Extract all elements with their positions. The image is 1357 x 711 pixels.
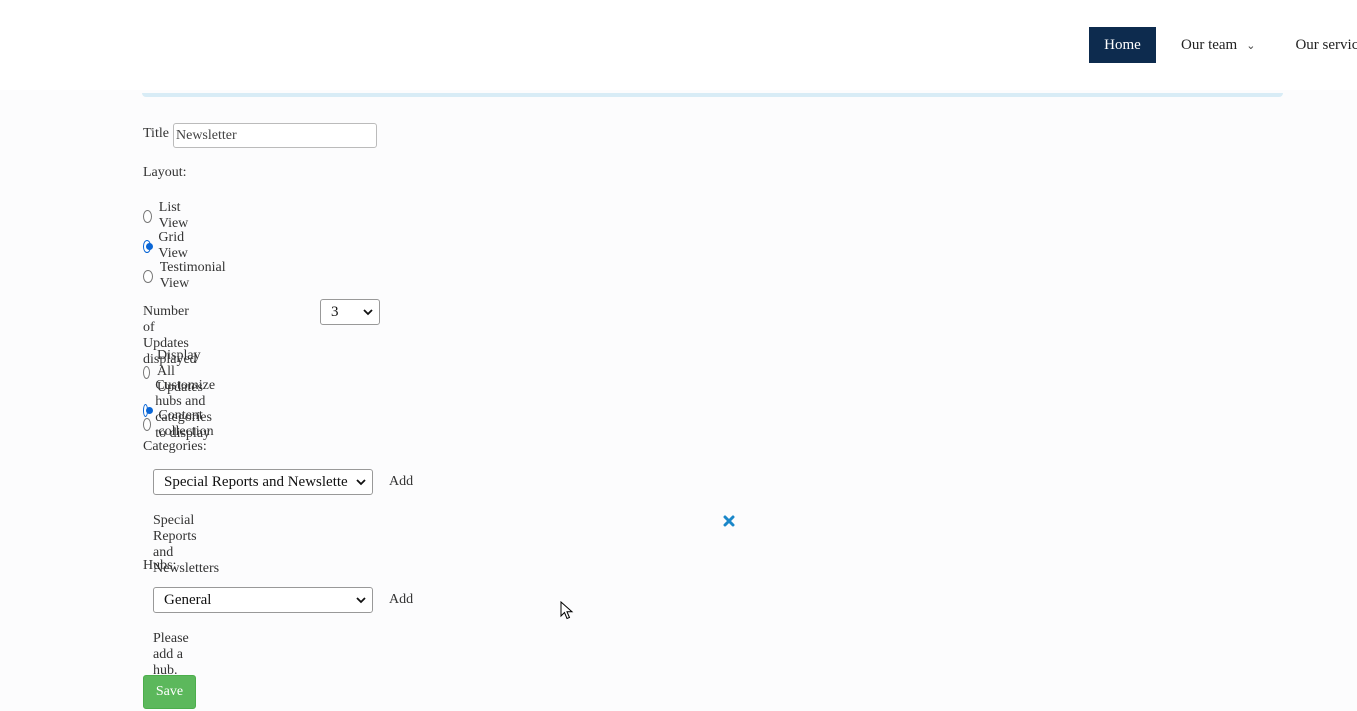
content-divider [142, 93, 1283, 97]
main-nav: Home Our team ⌄ Our servic [1089, 27, 1357, 63]
layout-option-list[interactable]: List View [143, 200, 192, 232]
categories-label: Categories: [143, 439, 207, 454]
category-select[interactable]: Special Reports and Newsletters [153, 469, 373, 495]
nav-our-team-label: Our team [1181, 36, 1238, 53]
save-button[interactable]: Save [143, 675, 196, 709]
chevron-down-icon [356, 597, 366, 604]
layout-option-label: Grid View [158, 230, 188, 261]
add-hub-button[interactable]: Add [389, 592, 413, 608]
site-header: Home Our team ⌄ Our servic [0, 0, 1357, 90]
nav-our-services-label: Our servic [1295, 36, 1357, 53]
radio-grid-view[interactable] [143, 239, 154, 253]
display-option-collection[interactable]: Content collection [143, 408, 218, 440]
layout-option-label: List View [158, 200, 189, 231]
nav-home[interactable]: Home [1089, 27, 1156, 63]
nav-our-services[interactable]: Our servic [1295, 37, 1357, 54]
close-icon[interactable] [723, 515, 735, 527]
radio-display-all[interactable] [143, 365, 151, 379]
layout-option-testimonial[interactable]: Testimonial View [143, 260, 229, 292]
nav-our-team[interactable]: Our team ⌄ [1181, 37, 1255, 54]
radio-content-collection[interactable] [143, 417, 152, 431]
hubs-label: Hubs: [143, 558, 177, 573]
hub-select[interactable]: General [153, 587, 373, 613]
layout-label: Layout: [143, 165, 187, 180]
radio-testimonial-view[interactable] [143, 269, 153, 283]
hub-empty-message: Please add a hub. [153, 631, 189, 678]
category-select-value: Special Reports and Newsletters [164, 473, 348, 490]
display-option-label: Content collection [158, 408, 214, 439]
mouse-pointer-icon [560, 601, 574, 620]
title-input[interactable] [173, 123, 377, 148]
layout-option-label: Testimonial View [159, 260, 226, 291]
layout-option-grid[interactable]: Grid View [143, 230, 192, 262]
title-label: Title [143, 126, 169, 141]
chevron-down-icon: ⌄ [1246, 38, 1256, 52]
chevron-down-icon [356, 479, 366, 486]
radio-list-view[interactable] [143, 209, 152, 223]
updates-count-value: 3 [331, 303, 339, 320]
chevron-down-icon [363, 309, 373, 316]
add-category-button[interactable]: Add [389, 474, 413, 490]
hub-select-value: General [164, 591, 212, 608]
updates-count-select[interactable]: 3 [320, 299, 380, 325]
